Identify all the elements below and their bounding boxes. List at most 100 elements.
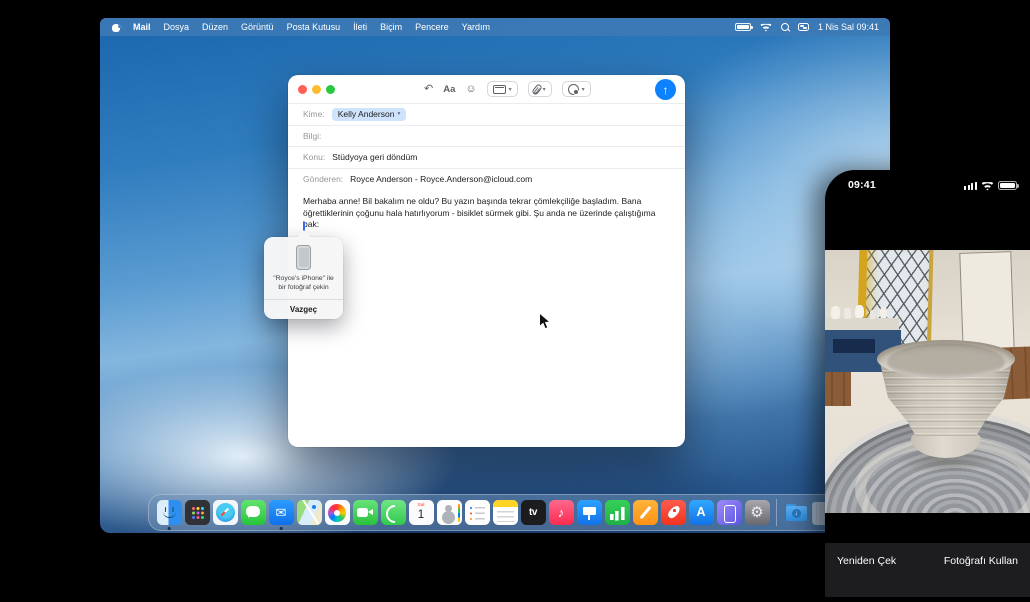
dock-icon-mail[interactable]: ✉	[269, 500, 294, 525]
popup-message: "Royce's iPhone" ile bir fotoğraf çekin	[273, 275, 334, 292]
menu-item-Görüntü[interactable]: Görüntü	[241, 22, 274, 32]
wifi-icon[interactable]	[760, 23, 772, 32]
popup-arrow	[297, 230, 311, 238]
mail-compose-window: ↶ Aa ☺ ▾ ▾ ▾ ↑	[288, 75, 685, 447]
running-indicator	[280, 527, 283, 530]
use-photo-button[interactable]: Fotoğrafı Kullan	[944, 555, 1018, 567]
subject-label: Konu:	[303, 152, 325, 162]
attach-button[interactable]: ▾	[528, 81, 552, 97]
dock-icon-photos[interactable]	[325, 500, 350, 525]
iphone-glyph-icon	[296, 245, 311, 270]
dock-icon-reminders[interactable]	[465, 500, 490, 525]
iphone-status-icons	[964, 181, 1017, 191]
dock-icon-launchpad[interactable]	[185, 500, 210, 525]
chevron-down-icon: ▾	[582, 86, 585, 93]
menu-clock[interactable]: 1 Nis Sal 09:41	[818, 22, 879, 32]
menu-bar-left: Mail Dosya Düzen Görüntü Posta Kutusu İl…	[111, 22, 490, 32]
retake-button[interactable]: Yeniden Çek	[837, 555, 896, 567]
cellular-signal-icon	[964, 182, 977, 190]
menu-item-Dosya[interactable]: Dosya	[164, 22, 190, 32]
dock-icon-finder[interactable]	[157, 500, 182, 525]
cc-field[interactable]: Bilgi:	[288, 125, 685, 147]
close-window-button[interactable]	[298, 85, 307, 94]
menu-item-Biçim[interactable]: Biçim	[380, 22, 402, 32]
dock-icon-downloads[interactable]: ↓	[784, 500, 809, 525]
iphone-clock: 09:41	[848, 179, 876, 191]
to-field[interactable]: Kime: Kelly Anderson ▾	[288, 103, 685, 125]
dock-icon-iphone-mirroring[interactable]	[717, 500, 742, 525]
dock-icon-maps[interactable]	[297, 500, 322, 525]
captured-photo	[825, 250, 1030, 513]
dock-icon-phone[interactable]	[381, 500, 406, 525]
dock-icon-safari[interactable]	[213, 500, 238, 525]
menu-item-Düzen[interactable]: Düzen	[202, 22, 228, 32]
insert-from-iphone-button[interactable]: ▾	[562, 81, 591, 97]
cc-label: Bilgi:	[303, 131, 321, 141]
dock-icon-appstore[interactable]: A	[689, 500, 714, 525]
token-chevron-icon: ▾	[397, 111, 400, 117]
menu-item-Pencere[interactable]: Pencere	[415, 22, 449, 32]
from-value: Royce Anderson - Royce.Anderson@icloud.c…	[350, 174, 532, 184]
running-indicator	[168, 527, 171, 530]
popup-message-line1: "Royce's iPhone" ile	[273, 275, 334, 282]
zoom-window-button[interactable]	[326, 85, 335, 94]
message-text: Merhaba anne! Bil bakalım ne oldu? Bu ya…	[303, 196, 655, 229]
recipient-name: Kelly Anderson	[338, 109, 395, 119]
dock-icon-settings[interactable]: ⚙	[745, 500, 770, 525]
dock-icon-music[interactable]: ♪	[549, 500, 574, 525]
search-icon[interactable]	[781, 23, 789, 31]
download-arrow-icon: ↓	[792, 509, 802, 519]
control-center-icon[interactable]	[798, 23, 809, 31]
menu-bar-status: 1 Nis Sal 09:41	[735, 22, 879, 32]
dock-icon-calendar[interactable]: Sal 1	[409, 500, 434, 525]
wifi-icon	[981, 181, 994, 191]
header-fields-icon	[493, 85, 506, 94]
chevron-down-icon: ▾	[509, 86, 512, 93]
iphone-screen: 09:41 Yeniden Çek	[825, 170, 1030, 602]
emoji-icon[interactable]: ☺	[465, 84, 476, 95]
battery-icon	[998, 181, 1017, 190]
apple-menu-icon[interactable]	[111, 22, 120, 32]
dock-icon-notes[interactable]	[493, 500, 518, 525]
minimize-window-button[interactable]	[312, 85, 321, 94]
dock-icon-numbers[interactable]	[605, 500, 630, 525]
photo-door	[959, 251, 1014, 353]
dock-icon-tv[interactable]: tv	[521, 500, 546, 525]
dock-icon-facetime[interactable]	[353, 500, 378, 525]
menu-item-Posta Kutusu[interactable]: Posta Kutusu	[287, 22, 341, 32]
camera-action-bar: Yeniden Çek Fotoğrafı Kullan	[825, 543, 1030, 597]
header-fields-button[interactable]: ▾	[487, 81, 518, 97]
subject-value: Stüdyoya geri döndüm	[332, 152, 417, 162]
continuity-camera-popup: "Royce's iPhone" ile bir fotoğraf çekin …	[264, 237, 343, 319]
subject-field[interactable]: Konu: Stüdyoya geri döndüm	[288, 146, 685, 168]
menu-bar: Mail Dosya Düzen Görüntü Posta Kutusu İl…	[100, 18, 890, 36]
recipient-token[interactable]: Kelly Anderson ▾	[332, 108, 406, 121]
undo-icon[interactable]: ↶	[424, 84, 433, 95]
dock-icon-keynote[interactable]	[577, 500, 602, 525]
message-body[interactable]: Merhaba anne! Bil bakalım ne oldu? Bu ya…	[288, 189, 673, 238]
continuity-camera-icon	[568, 84, 579, 95]
dock-icon-rocket[interactable]	[661, 500, 686, 525]
dock-icon-pages[interactable]	[633, 500, 658, 525]
from-label: Gönderen:	[303, 174, 343, 184]
popup-message-line2: bir fotoğraf çekin	[278, 284, 328, 291]
compose-toolbar: ↶ Aa ☺ ▾ ▾ ▾ ↑	[288, 75, 685, 103]
compose-tools: ↶ Aa ☺ ▾ ▾ ▾	[424, 75, 591, 103]
cancel-button[interactable]: Vazgeç	[264, 300, 343, 319]
photo-pottery-shelf	[827, 302, 897, 320]
photo-bowl-rim	[877, 340, 1015, 378]
dock-icon-messages[interactable]	[241, 500, 266, 525]
menu-item-İleti[interactable]: İleti	[353, 22, 367, 32]
chevron-down-icon: ▾	[543, 86, 546, 93]
format-button[interactable]: Aa	[443, 84, 455, 95]
from-field[interactable]: Gönderen: Royce Anderson - Royce.Anderso…	[288, 168, 685, 190]
dock: ✉	[148, 494, 840, 531]
menu-app-name[interactable]: Mail	[133, 22, 151, 32]
send-button[interactable]: ↑	[655, 79, 676, 100]
screenshot-stage: Mail Dosya Düzen Görüntü Posta Kutusu İl…	[0, 0, 1030, 602]
battery-icon[interactable]	[735, 23, 751, 31]
mouse-cursor	[538, 312, 551, 336]
menu-item-Yardım[interactable]: Yardım	[462, 22, 490, 32]
menu-items: Dosya Düzen Görüntü Posta Kutusu İleti B…	[164, 22, 491, 32]
dock-icon-contacts[interactable]	[437, 500, 462, 525]
